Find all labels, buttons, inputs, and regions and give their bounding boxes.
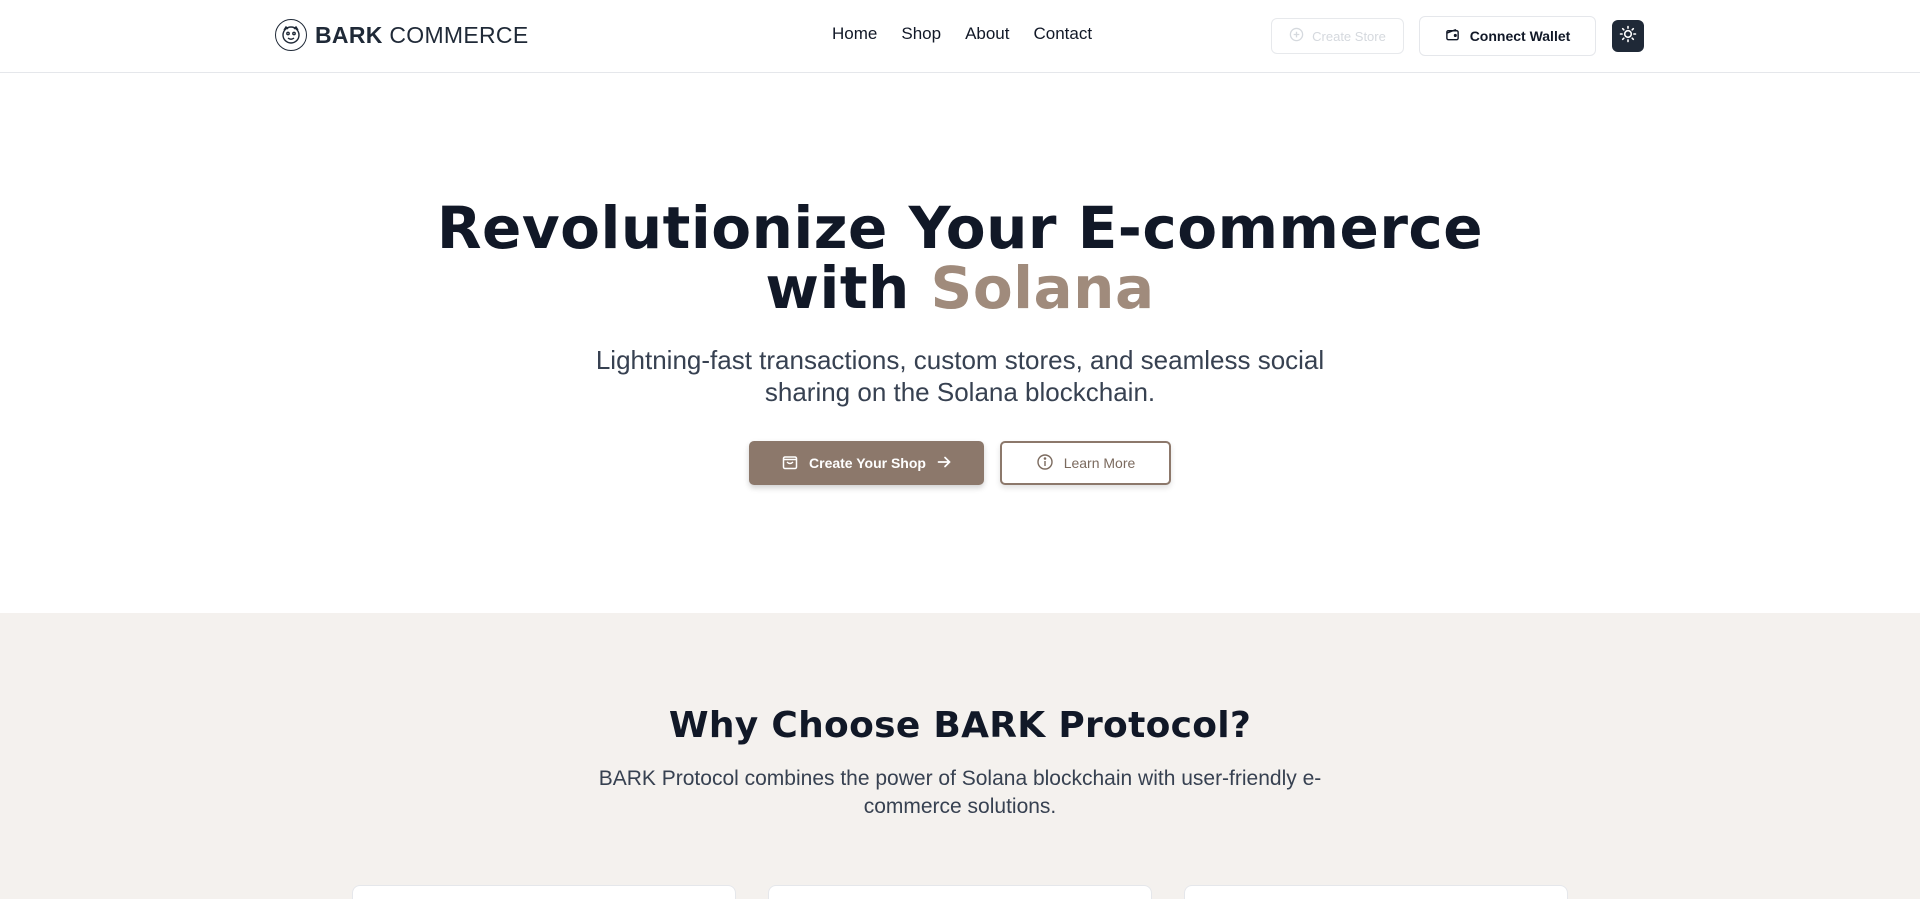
features-subtitle: BARK Protocol combines the power of Sola… xyxy=(598,767,1322,818)
sun-icon xyxy=(1619,25,1637,48)
nav-about[interactable]: About xyxy=(965,24,1009,44)
create-store-label: Create Store xyxy=(1312,28,1386,44)
feature-card xyxy=(768,885,1152,899)
brand[interactable]: BARK COMMERCE xyxy=(275,18,528,52)
main-nav: Home Shop About Contact xyxy=(832,24,1092,44)
connect-wallet-button[interactable]: Connect Wallet xyxy=(1419,16,1596,56)
hero-title-accent: Solana xyxy=(930,254,1155,322)
hero-title-with: with xyxy=(765,254,910,322)
brand-logo-icon xyxy=(275,19,307,51)
create-your-shop-button[interactable]: Create Your Shop xyxy=(749,441,984,485)
shopping-bag-icon xyxy=(781,453,799,474)
connect-wallet-label: Connect Wallet xyxy=(1469,28,1571,44)
brand-name-bold: BARK xyxy=(315,21,383,48)
plus-circle-icon xyxy=(1289,27,1304,45)
create-your-shop-label: Create Your Shop xyxy=(809,455,926,471)
features-section: Why Choose BARK Protocol? BARK Protocol … xyxy=(0,613,1920,899)
hero-subtitle: Lightning-fast transactions, custom stor… xyxy=(595,345,1325,407)
brand-name-rest: COMMERCE xyxy=(389,21,529,48)
hero-title: Revolutionize Your E-commerce with Solan… xyxy=(0,198,1920,318)
info-icon xyxy=(1036,453,1054,474)
learn-more-label: Learn More xyxy=(1063,455,1136,471)
nav-contact[interactable]: Contact xyxy=(1034,24,1093,44)
feature-card xyxy=(1184,885,1568,899)
create-store-button[interactable]: Create Store xyxy=(1271,18,1404,54)
nav-home[interactable]: Home xyxy=(832,24,877,44)
wallet-icon xyxy=(1445,27,1460,45)
brand-name: BARK COMMERCE xyxy=(315,22,528,49)
theme-toggle-button[interactable] xyxy=(1612,20,1644,52)
hero-title-line1: Revolutionize Your E-commerce xyxy=(436,194,1484,262)
feature-card xyxy=(352,885,736,899)
learn-more-button[interactable]: Learn More xyxy=(1000,441,1171,485)
nav-shop[interactable]: Shop xyxy=(901,24,941,44)
arrow-right-icon xyxy=(936,454,952,473)
features-title: Why Choose BARK Protocol? xyxy=(668,705,1252,746)
site-header: BARK COMMERCE Home Shop About Contact Cr… xyxy=(0,0,1920,73)
